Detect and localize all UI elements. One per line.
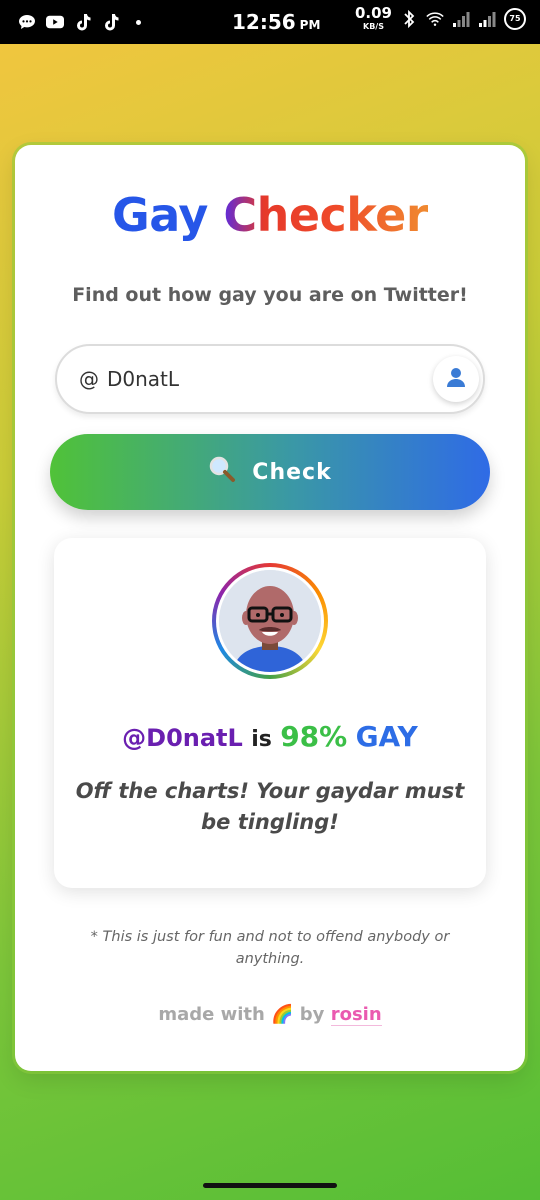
bluetooth-icon	[400, 9, 418, 28]
clock-time: 12:56	[232, 10, 296, 34]
more-notifications-dot	[136, 19, 141, 25]
disclaimer: * This is just for fun and not to offend…	[90, 929, 450, 967]
by-text: by	[299, 1004, 325, 1025]
signal-icon	[478, 10, 496, 28]
user-icon	[444, 365, 468, 393]
status-bar: 12:56 PM 0.09 KB/S 75	[0, 0, 540, 44]
result-verdict: Off the charts! Your gaydar must be ting…	[75, 779, 465, 834]
rainbow-icon: 🌈	[271, 1004, 294, 1025]
signal-icon	[452, 10, 470, 28]
username-input[interactable]	[107, 367, 427, 391]
search-icon	[208, 455, 236, 489]
wifi-icon	[426, 10, 444, 28]
app-subtitle: Find out how gay you are on Twitter!	[72, 284, 468, 306]
avatar-illustration	[219, 570, 321, 672]
clock-ampm: PM	[299, 18, 321, 32]
result-card: @D0natL is 98% GAY Off the charts! Your …	[54, 538, 486, 888]
result-is: is	[251, 727, 272, 752]
result-label: GAY	[355, 720, 418, 753]
username-field[interactable]: @	[55, 344, 485, 414]
app-title: Gay Checker	[0, 188, 540, 242]
youtube-icon	[46, 13, 64, 31]
author-link[interactable]: rosin	[330, 1004, 382, 1026]
result-percentage: 98%	[280, 720, 348, 753]
app-title-word2: Checker	[223, 188, 429, 242]
check-button-label: Check	[252, 459, 332, 485]
made-with-text: made with	[158, 1004, 265, 1025]
made-with-credit: made with 🌈 by rosin	[0, 1004, 540, 1026]
home-indicator[interactable]	[203, 1183, 337, 1188]
result-headline: @D0natL is 98% GAY	[54, 720, 486, 753]
network-speed-value: 0.09	[354, 4, 392, 22]
network-speed: 0.09 KB/S	[355, 6, 392, 31]
user-lookup-button[interactable]	[433, 356, 479, 402]
clock: 12:56 PM	[232, 10, 320, 34]
app-title-word1: Gay	[111, 188, 208, 242]
system-icons: 0.09 KB/S 75	[355, 6, 526, 31]
message-icon	[18, 13, 36, 31]
network-speed-unit: KB/S	[363, 22, 384, 31]
check-button[interactable]: Check	[50, 434, 490, 510]
battery-icon: 75	[504, 7, 526, 30]
tiktok-icon	[102, 13, 120, 31]
notification-icons	[18, 13, 198, 31]
result-handle: @D0natL	[122, 724, 243, 752]
avatar	[212, 563, 328, 679]
at-prefix: @	[79, 367, 99, 391]
tiktok-icon	[74, 13, 92, 31]
